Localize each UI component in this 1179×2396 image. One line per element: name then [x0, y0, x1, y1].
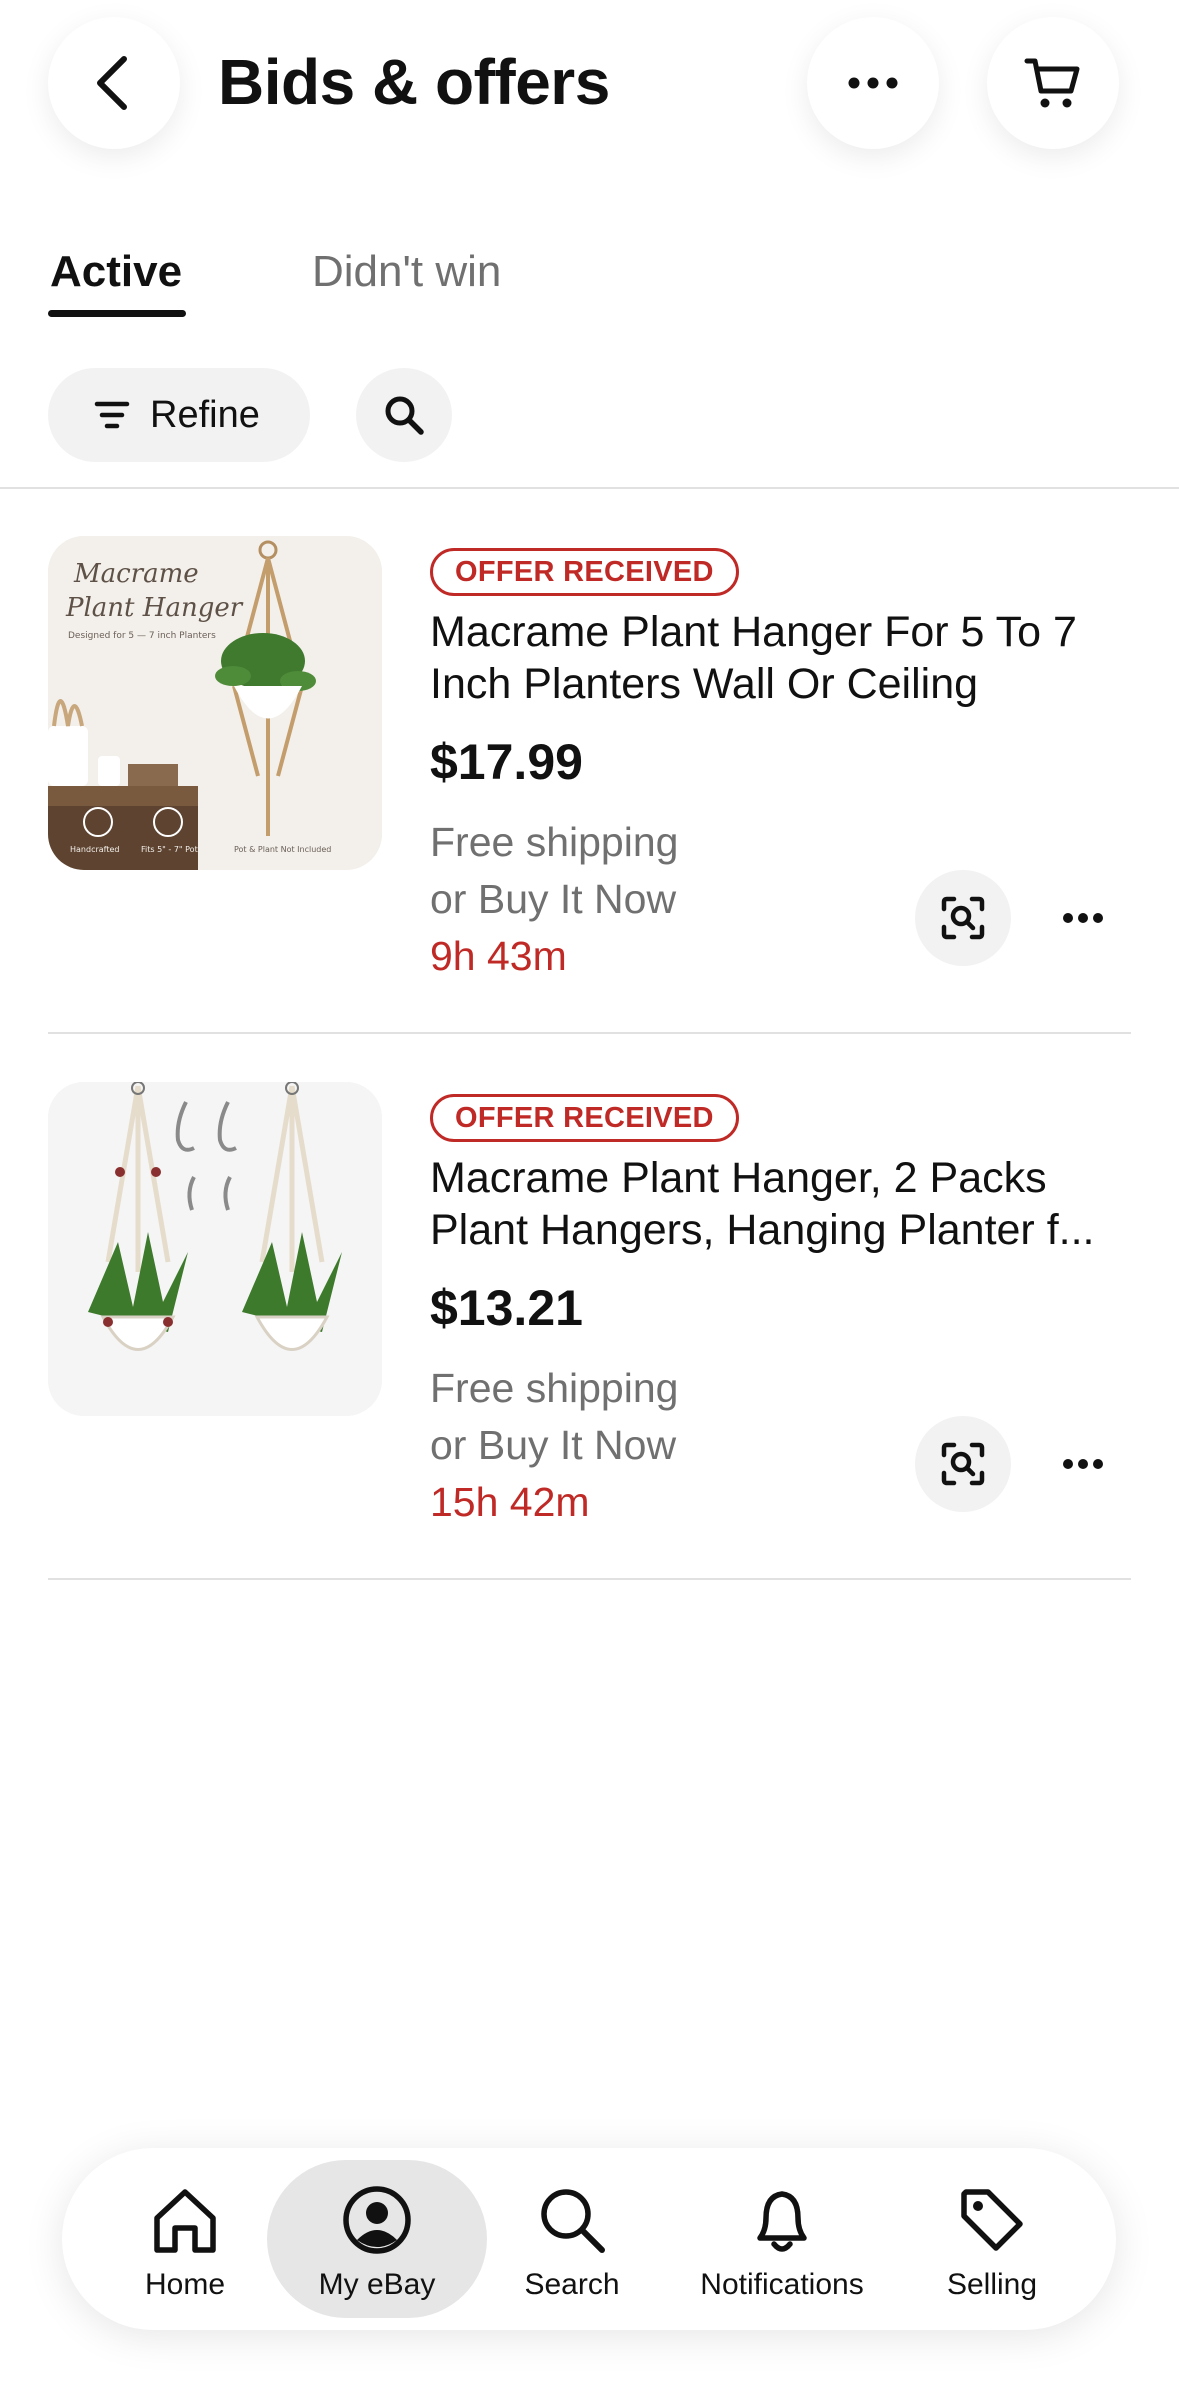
shipping-info: Free shipping: [430, 1365, 679, 1411]
item-price: $17.99: [430, 734, 583, 790]
active-tab-indicator: [48, 310, 186, 317]
image-search-icon: [941, 1442, 985, 1486]
item-title-line1: Macrame Plant Hanger For 5 To 7: [430, 608, 1077, 656]
image-title-line1: Macrame: [73, 559, 199, 589]
search-items-button[interactable]: [356, 368, 452, 462]
item-more-button[interactable]: [1038, 870, 1128, 966]
nav-search[interactable]: Search: [502, 2148, 642, 2330]
nav-selling-label: Selling: [946, 2268, 1038, 2301]
nav-notifications-label: Notifications: [700, 2268, 864, 2301]
image-title-line2: Plant Hanger: [65, 593, 244, 623]
tab-didnt-win[interactable]: Didn't win: [312, 244, 501, 300]
chevron-left-icon: [97, 56, 127, 110]
more-horizontal-icon: [1063, 913, 1103, 923]
search-icon: [541, 2189, 605, 2253]
back-button[interactable]: [48, 17, 180, 149]
status-badge: OFFER RECEIVED: [430, 1094, 739, 1142]
buy-option: or Buy It Now: [430, 1422, 677, 1468]
visual-search-button[interactable]: [915, 1416, 1011, 1512]
list-item[interactable]: Macrame Plant Hanger Designed for 5 — 7 …: [0, 488, 1179, 1034]
tab-active[interactable]: Active: [50, 244, 182, 300]
nav-my-ebay[interactable]: My eBay: [267, 2148, 487, 2330]
time-left: 9h 43m: [430, 933, 567, 979]
refine-button[interactable]: Refine: [48, 368, 310, 462]
item-price: $13.21: [430, 1280, 583, 1336]
image-search-icon: [941, 896, 985, 940]
tab-bar: Active Didn't win: [0, 230, 1179, 320]
nav-notifications[interactable]: Notifications: [682, 2148, 882, 2330]
more-options-button[interactable]: [807, 17, 939, 149]
item-title-line2: Plant Hangers, Hanging Planter f...: [430, 1206, 1095, 1254]
cart-button[interactable]: [987, 17, 1119, 149]
plant-hanger-image: [48, 1082, 382, 1416]
nav-my-ebay-label: My eBay: [318, 2268, 436, 2301]
divider: [48, 1578, 1131, 1580]
bottom-navigation: Home My eBay Search Notifications Sellin…: [62, 2148, 1116, 2330]
nav-home-label: Home: [144, 2268, 226, 2301]
status-badge: OFFER RECEIVED: [430, 548, 739, 596]
image-caption-1: Handcrafted: [70, 845, 119, 854]
image-subtitle: Designed for 5 — 7 inch Planters: [68, 631, 216, 641]
bell-icon: [757, 2191, 807, 2252]
nav-selling[interactable]: Selling: [922, 2148, 1062, 2330]
more-horizontal-icon: [1063, 1459, 1103, 1469]
item-title-line1: Macrame Plant Hanger, 2 Packs: [430, 1154, 1047, 1202]
image-caption-2: Fits 5" - 7" Pots: [141, 845, 202, 854]
plant-hanger-image: Macrame Plant Hanger Designed for 5 — 7 …: [48, 536, 382, 870]
home-icon: [154, 2189, 216, 2253]
nav-home[interactable]: Home: [122, 2148, 248, 2330]
refine-label: Refine: [150, 393, 260, 436]
list-item[interactable]: OFFER RECEIVED Macrame Plant Hanger, 2 P…: [0, 1034, 1179, 1580]
search-icon: [385, 396, 424, 435]
item-title-line2: Inch Planters Wall Or Ceiling: [430, 660, 979, 708]
image-caption-3: Pot & Plant Not Included: [234, 845, 331, 854]
tag-icon: [961, 2189, 1023, 2251]
more-horizontal-icon: [848, 77, 898, 89]
item-title[interactable]: Macrame Plant Hanger, 2 Packs Plant Hang…: [430, 1152, 1130, 1256]
visual-search-button[interactable]: [915, 870, 1011, 966]
item-title[interactable]: Macrame Plant Hanger For 5 To 7 Inch Pla…: [430, 606, 1130, 710]
user-circle-icon: [343, 2186, 411, 2254]
shipping-info: Free shipping: [430, 819, 679, 865]
page-title: Bids & offers: [218, 46, 610, 118]
time-left: 15h 42m: [430, 1479, 590, 1525]
buy-option: or Buy It Now: [430, 876, 677, 922]
top-app-bar: Bids & offers: [0, 0, 1179, 170]
filter-icon: [94, 401, 130, 429]
item-image[interactable]: Macrame Plant Hanger Designed for 5 — 7 …: [48, 536, 382, 870]
nav-search-label: Search: [524, 2268, 620, 2301]
item-image[interactable]: [48, 1082, 382, 1416]
cart-icon: [1024, 58, 1080, 108]
item-more-button[interactable]: [1038, 1416, 1128, 1512]
